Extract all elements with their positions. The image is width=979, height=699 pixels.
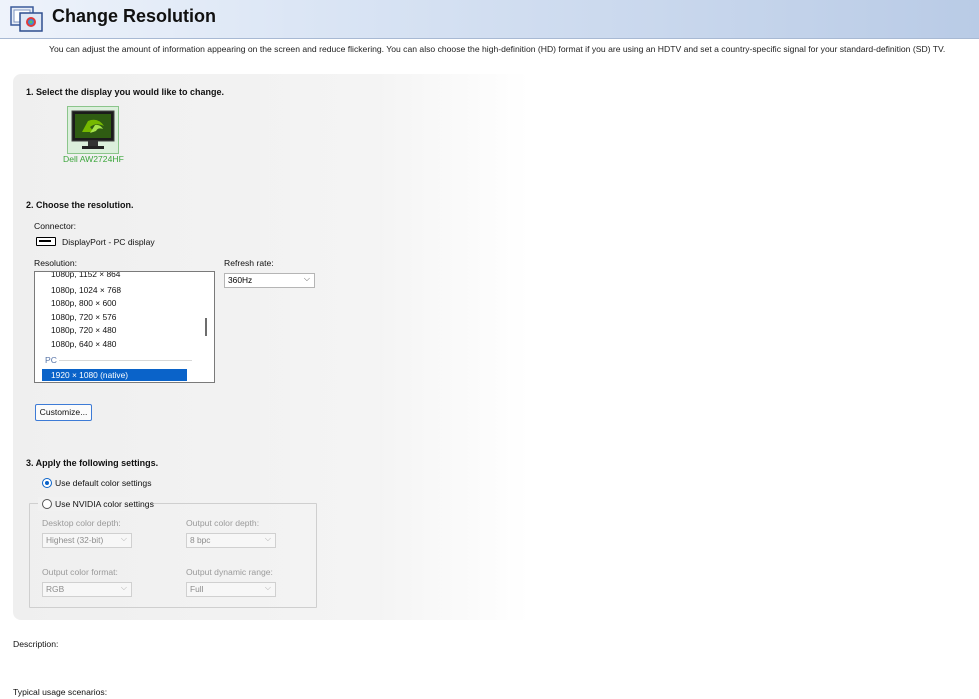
monitor-icon [71, 110, 115, 149]
intro-text: You can adjust the amount of information… [49, 44, 946, 54]
resolution-item-selected[interactable]: 1920 × 1080 (native) [42, 369, 187, 381]
refresh-rate-value: 360Hz [228, 275, 253, 285]
chevron-down-icon: ⌵ [120, 583, 127, 592]
display-name-label[interactable]: Dell AW2724HF [63, 154, 124, 164]
resolution-item[interactable]: 1080p, 1152 × 864 [51, 272, 120, 279]
output-color-format-value: RGB [46, 584, 65, 594]
chevron-down-icon: ⌵ [120, 534, 127, 543]
nvidia-color-radio[interactable] [42, 499, 52, 509]
usage-scenarios-label: Typical usage scenarios: [13, 687, 108, 697]
page-header: Change Resolution [0, 0, 979, 39]
nvidia-display-settings-icon [10, 5, 44, 33]
desktop-color-depth-label: Desktop color depth: [42, 518, 121, 528]
output-color-depth-value: 8 bpc [190, 535, 211, 545]
output-dynamic-range-value: Full [190, 584, 204, 594]
connector-label: Connector: [34, 221, 77, 231]
resolution-item[interactable]: 1080p, 640 × 480 [51, 339, 116, 349]
output-dynamic-range-label: Output dynamic range: [186, 567, 273, 577]
refresh-rate-select[interactable]: 360Hz ⌵ [224, 273, 315, 288]
resolution-group-header: PC [45, 355, 57, 365]
resolution-label: Resolution: [34, 258, 77, 268]
step1-title: 1. Select the display you would like to … [26, 87, 225, 97]
desktop-color-depth-select[interactable]: Highest (32-bit) ⌵ [42, 533, 132, 548]
connector-value: DisplayPort - PC display [62, 237, 155, 247]
description-label: Description: [13, 639, 59, 649]
page-title: Change Resolution [52, 6, 217, 26]
display-thumbnail[interactable] [67, 106, 119, 154]
step3-title: 3. Apply the following settings. [26, 458, 159, 468]
output-color-format-select[interactable]: RGB ⌵ [42, 582, 132, 597]
chevron-down-icon: ⌵ [303, 274, 310, 283]
default-color-radio[interactable] [42, 478, 52, 488]
resolution-item[interactable]: 1080p, 1024 × 768 [51, 285, 121, 295]
output-dynamic-range-select[interactable]: Full ⌵ [186, 582, 276, 597]
output-color-depth-label: Output color depth: [186, 518, 260, 528]
output-color-format-label: Output color format: [42, 567, 118, 577]
desktop-color-depth-value: Highest (32-bit) [46, 535, 104, 545]
scrollbar-thumb[interactable] [205, 318, 207, 336]
resolution-item[interactable]: 1080p, 720 × 576 [51, 312, 116, 322]
nvidia-color-label[interactable]: Use NVIDIA color settings [55, 499, 154, 509]
group-divider [59, 360, 192, 361]
resolution-item[interactable]: 1080p, 800 × 600 [51, 298, 116, 308]
default-color-label[interactable]: Use default color settings [55, 478, 152, 488]
customize-button[interactable]: Customize... [35, 404, 92, 421]
selected-resolution-text: 1920 × 1080 (native) [51, 370, 129, 380]
displayport-icon [36, 237, 56, 246]
resolution-list[interactable]: 1080p, 1152 × 864 1080p, 1024 × 768 1080… [34, 271, 215, 383]
output-color-depth-select[interactable]: 8 bpc ⌵ [186, 533, 276, 548]
refresh-rate-label: Refresh rate: [224, 258, 274, 268]
chevron-down-icon: ⌵ [264, 583, 271, 592]
chevron-down-icon: ⌵ [264, 534, 271, 543]
step2-title: 2. Choose the resolution. [26, 200, 134, 210]
resolution-item[interactable]: 1080p, 720 × 480 [51, 325, 116, 335]
